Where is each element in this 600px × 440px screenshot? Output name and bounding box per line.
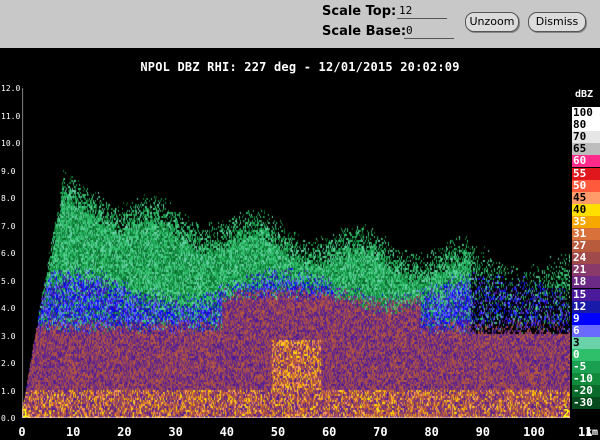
toolbar: Scale Top: 12 Scale Base: 0 Unzoom Dismi… [0,0,600,48]
x-tick-label: 20 [117,425,132,439]
colorbar-entry: 45 [572,191,600,204]
colorbar-entry: 55 [572,167,600,180]
colorbar-entry: 18 [572,276,600,289]
y-tick-label: 12.0 [1,84,21,93]
scale-top-label: Scale Top: [322,4,397,19]
x-tick-label: 0 [18,425,26,439]
y-tick-label: 4.0 [1,304,16,313]
colorbar-entry: 50 [572,179,600,192]
y-tick-label: 0.0 [1,414,16,423]
y-tick-label: 11.0 [1,111,21,121]
colorbar-unit: dBZ [575,89,594,100]
colorbar-entry: 15 [572,288,600,301]
unzoom-button[interactable]: Unzoom [465,12,519,32]
corner-marker-left: 1 [22,407,29,420]
x-tick-label: 50 [270,425,286,439]
x-tick-label: 70 [373,425,388,439]
y-tick-label: 10.0 [1,139,21,148]
y-tick-label: 7.0 [1,221,16,231]
plot-title: NPOL DBZ RHI: 227 deg - 12/01/2015 20:02… [140,60,460,74]
x-tick-label: 30 [168,425,183,439]
x-tick-label: 100 [523,425,545,439]
y-tick-label: 9.0 [1,166,16,176]
y-tick-label: 6.0 [1,249,16,258]
colorbar-entry: -30 [572,397,600,410]
y-tick-label: 8.0 [1,194,16,203]
rhi-radar-plot[interactable] [22,88,570,418]
y-tick-label: 1.0 [1,386,16,396]
dismiss-button[interactable]: Dismiss [528,12,586,32]
x-tick-label: 80 [424,425,439,439]
colorbar-entry: 60 [572,155,600,168]
y-tick-label: 2.0 [1,359,16,368]
x-tick-label: 40 [219,425,235,439]
colorbar-entry: 9 [572,312,600,325]
x-tick-label: 60 [321,425,337,439]
scale-top-input[interactable]: 12 [397,4,447,19]
y-tick-label: 5.0 [1,276,16,286]
x-tick-label: 90 [475,425,491,439]
scale-base-input[interactable]: 0 [404,24,454,39]
corner-marker-right: 2 [563,407,570,420]
colorbar-entry: 12 [572,300,600,313]
x-tick-label: 10 [65,425,81,439]
scale-base-label: Scale Base: [322,24,407,39]
x-axis-unit: km [586,427,599,438]
y-tick-label: 3.0 [1,331,16,341]
